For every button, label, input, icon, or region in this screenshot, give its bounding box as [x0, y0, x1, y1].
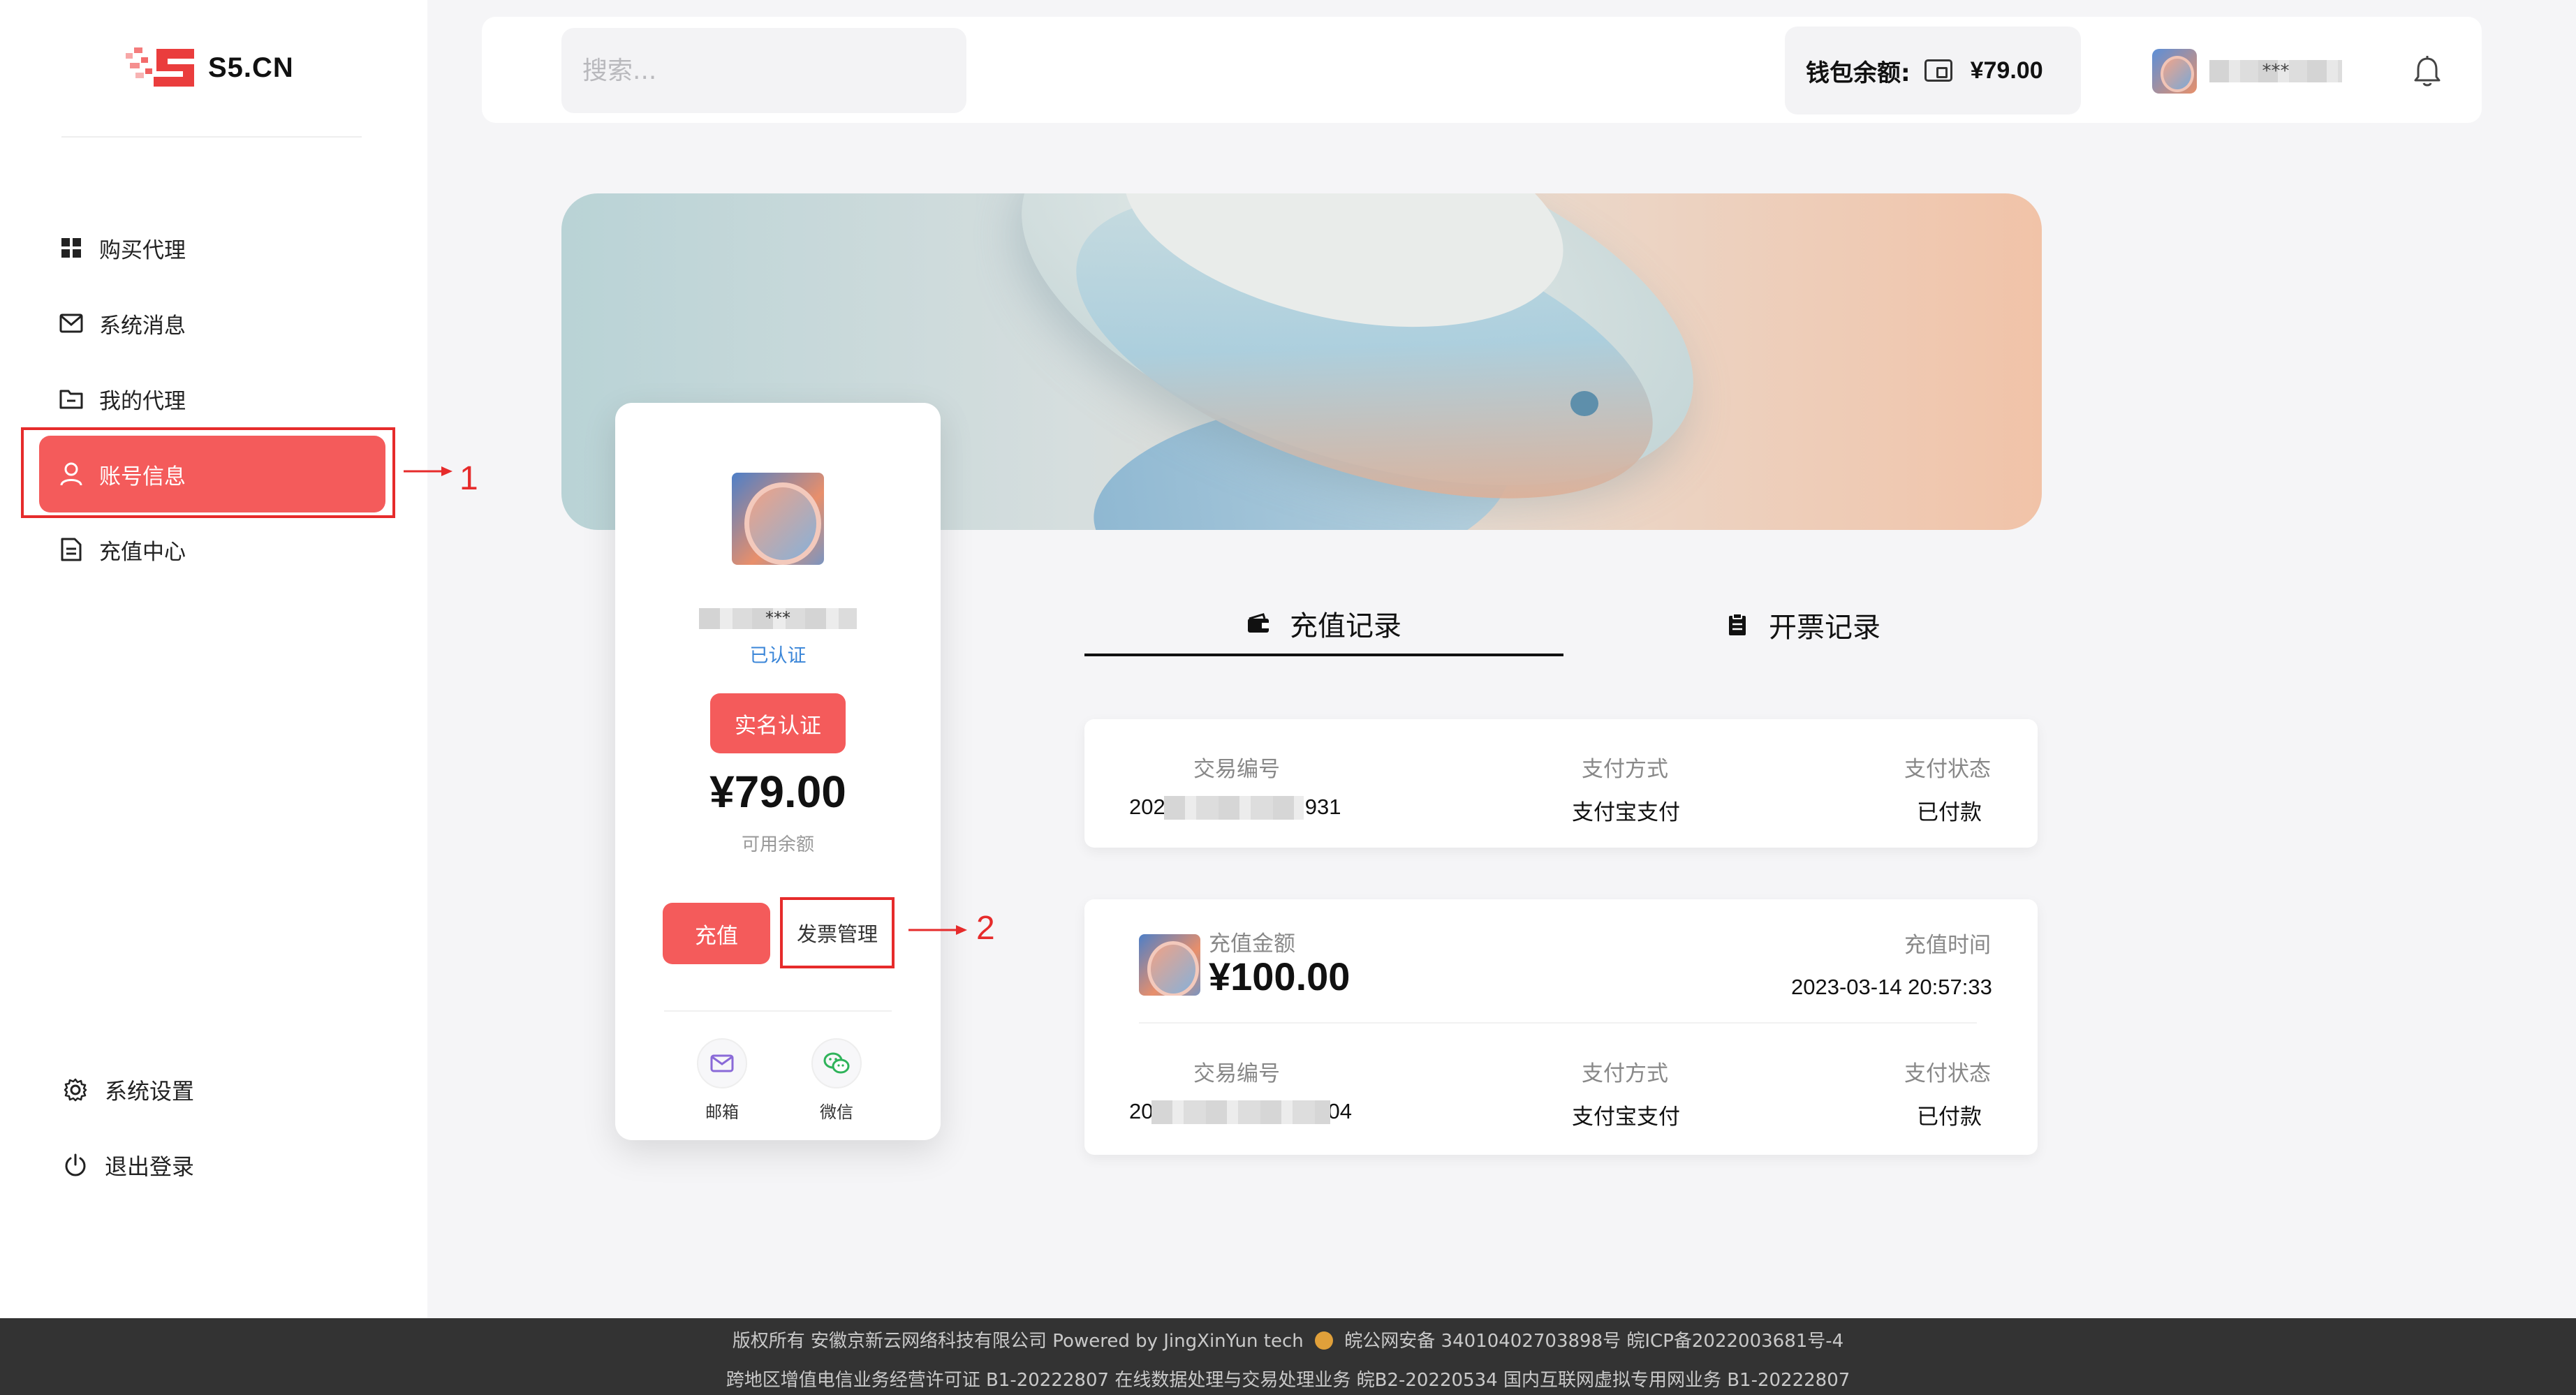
divider: [1139, 1022, 1977, 1024]
annotation-box-1: [21, 427, 395, 518]
pay-status-label: 支付状态: [1904, 1061, 1991, 1086]
footer-icp-link[interactable]: 皖公网安备 34010402703898号 皖ICP备2022003681号-4: [1344, 1331, 1843, 1352]
pay-method-value: 支付宝支付: [1572, 1105, 1680, 1129]
system-settings-link[interactable]: 系统设置: [61, 1074, 194, 1106]
sidebar-item-label: 充值中心: [99, 539, 186, 565]
profile-card: *** 已认证 实名认证 ¥79.00 可用余额 充值 发票管理 邮箱 微信: [615, 403, 941, 1140]
tx-id-label: 交易编号: [1193, 1061, 1280, 1086]
amount-label: 充值金额: [1209, 931, 1295, 957]
sidebar-item-recharge-center[interactable]: 充值中心: [39, 511, 385, 588]
pay-status-label: 支付状态: [1904, 757, 1991, 782]
verified-status: 已认证: [749, 645, 807, 667]
email-contact[interactable]: 邮箱: [697, 1038, 747, 1123]
logout-link[interactable]: 退出登录: [61, 1149, 194, 1181]
sidebar-item-my-proxy[interactable]: 我的代理: [39, 360, 385, 437]
footer-line-1: 版权所有 安徽京新云网络科技有限公司 Powered by JingXinYun…: [0, 1327, 2576, 1352]
wechat-icon: [811, 1038, 862, 1088]
pay-method-label: 支付方式: [1582, 1061, 1668, 1086]
pay-method-label: 支付方式: [1582, 757, 1668, 782]
footer-copyright: 版权所有 安徽京新云网络科技有限公司 Powered by JingXinYun…: [732, 1331, 1304, 1352]
top-header: 钱包余额: ¥79.00 ***: [482, 17, 2482, 123]
police-badge-icon: [1315, 1331, 1333, 1350]
recharge-record-card[interactable]: 充值金额 ¥100.00 充值时间 2023-03-14 20:57:33 交易…: [1084, 899, 2038, 1155]
wallet-balance[interactable]: 钱包余额: ¥79.00: [1785, 27, 2081, 115]
sidebar-item-label: 购买代理: [99, 237, 186, 263]
mail-icon: [59, 311, 84, 336]
logo[interactable]: S5.CN: [126, 43, 294, 92]
annotation-arrow-1-icon: [404, 466, 452, 476]
profile-username: ***: [699, 605, 857, 630]
tab-recharge-records[interactable]: 充值记录: [1084, 593, 1563, 656]
invoice-management-button[interactable]: 发票管理: [780, 897, 895, 968]
mail-icon: [697, 1038, 747, 1088]
wallet-label: 钱包余额:: [1806, 59, 1911, 87]
tab-invoice-records[interactable]: 开票记录: [1563, 593, 2043, 656]
recharge-record-card[interactable]: 交易编号 202 931 支付方式 支付宝支付 支付状态 已付款: [1084, 719, 2038, 848]
recharge-button[interactable]: 充值: [663, 903, 770, 964]
wallet-icon: [1924, 59, 1952, 82]
wechat-label: 微信: [820, 1102, 853, 1122]
footer-license: 跨地区增值电信业务经营许可证 B1-20222807 在线数据处理与交易处理业务…: [726, 1370, 1850, 1391]
tx-id-value: 202 931: [1129, 795, 1341, 820]
avatar: [2152, 49, 2197, 94]
available-balance-label: 可用余额: [741, 834, 814, 855]
time-value: 2023-03-14 20:57:33: [1791, 975, 1992, 999]
logo-divider: [61, 136, 362, 138]
realname-verify-button[interactable]: 实名认证: [710, 693, 846, 753]
record-tabs: 充值记录 开票记录: [1084, 593, 2043, 656]
email-label: 邮箱: [705, 1102, 739, 1122]
record-avatar: [1139, 934, 1200, 996]
system-settings-label: 系统设置: [105, 1078, 195, 1105]
grid-icon: [59, 235, 84, 260]
sidebar: S5.CN 购买代理 系统消息 我的代理 账号信息 充值中心 系统设置 退出登录: [0, 0, 427, 1318]
annotation-label-2: 2: [976, 910, 995, 947]
tab-label: 充值记录: [1290, 610, 1401, 642]
available-balance: ¥79.00: [709, 767, 846, 817]
pay-method-value: 支付宝支付: [1572, 800, 1680, 825]
clipboard-icon: [1725, 613, 1749, 637]
sidebar-item-system-messages[interactable]: 系统消息: [39, 285, 385, 362]
user-menu[interactable]: ***: [2152, 49, 2342, 94]
tx-id-label: 交易编号: [1193, 757, 1280, 782]
amount-value: ¥100.00: [1209, 954, 1350, 998]
logo-mark-icon: [126, 43, 196, 92]
logo-text: S5.CN: [208, 52, 294, 83]
tx-id-value: 20 04: [1129, 1099, 1352, 1124]
wechat-contact[interactable]: 微信: [811, 1038, 862, 1123]
footer: 版权所有 安徽京新云网络科技有限公司 Powered by JingXinYun…: [0, 1318, 2576, 1395]
sidebar-item-label: 我的代理: [99, 388, 186, 414]
sidebar-item-buy-proxy[interactable]: 购买代理: [39, 209, 385, 286]
banner-shape: [1570, 391, 1598, 416]
bell-icon[interactable]: [2409, 53, 2445, 89]
tab-label: 开票记录: [1769, 612, 1881, 644]
power-icon: [61, 1151, 89, 1179]
time-label: 充值时间: [1904, 933, 1991, 958]
logout-label: 退出登录: [105, 1153, 195, 1180]
gear-icon: [61, 1076, 89, 1104]
pay-status-value: 已付款: [1917, 1105, 1982, 1129]
profile-avatar[interactable]: [732, 473, 824, 565]
annotation-arrow-2-icon: [908, 925, 967, 935]
wallet-icon: [1246, 612, 1270, 635]
annotation-label-1: 1: [459, 460, 478, 497]
wallet-value: ¥79.00: [1970, 57, 2043, 84]
search-input[interactable]: [561, 28, 966, 113]
folder-icon: [59, 386, 84, 411]
pay-status-value: 已付款: [1917, 800, 1982, 825]
header-username: ***: [2209, 57, 2342, 85]
divider: [664, 1010, 892, 1012]
document-icon: [59, 537, 84, 562]
sidebar-item-label: 系统消息: [99, 313, 186, 339]
